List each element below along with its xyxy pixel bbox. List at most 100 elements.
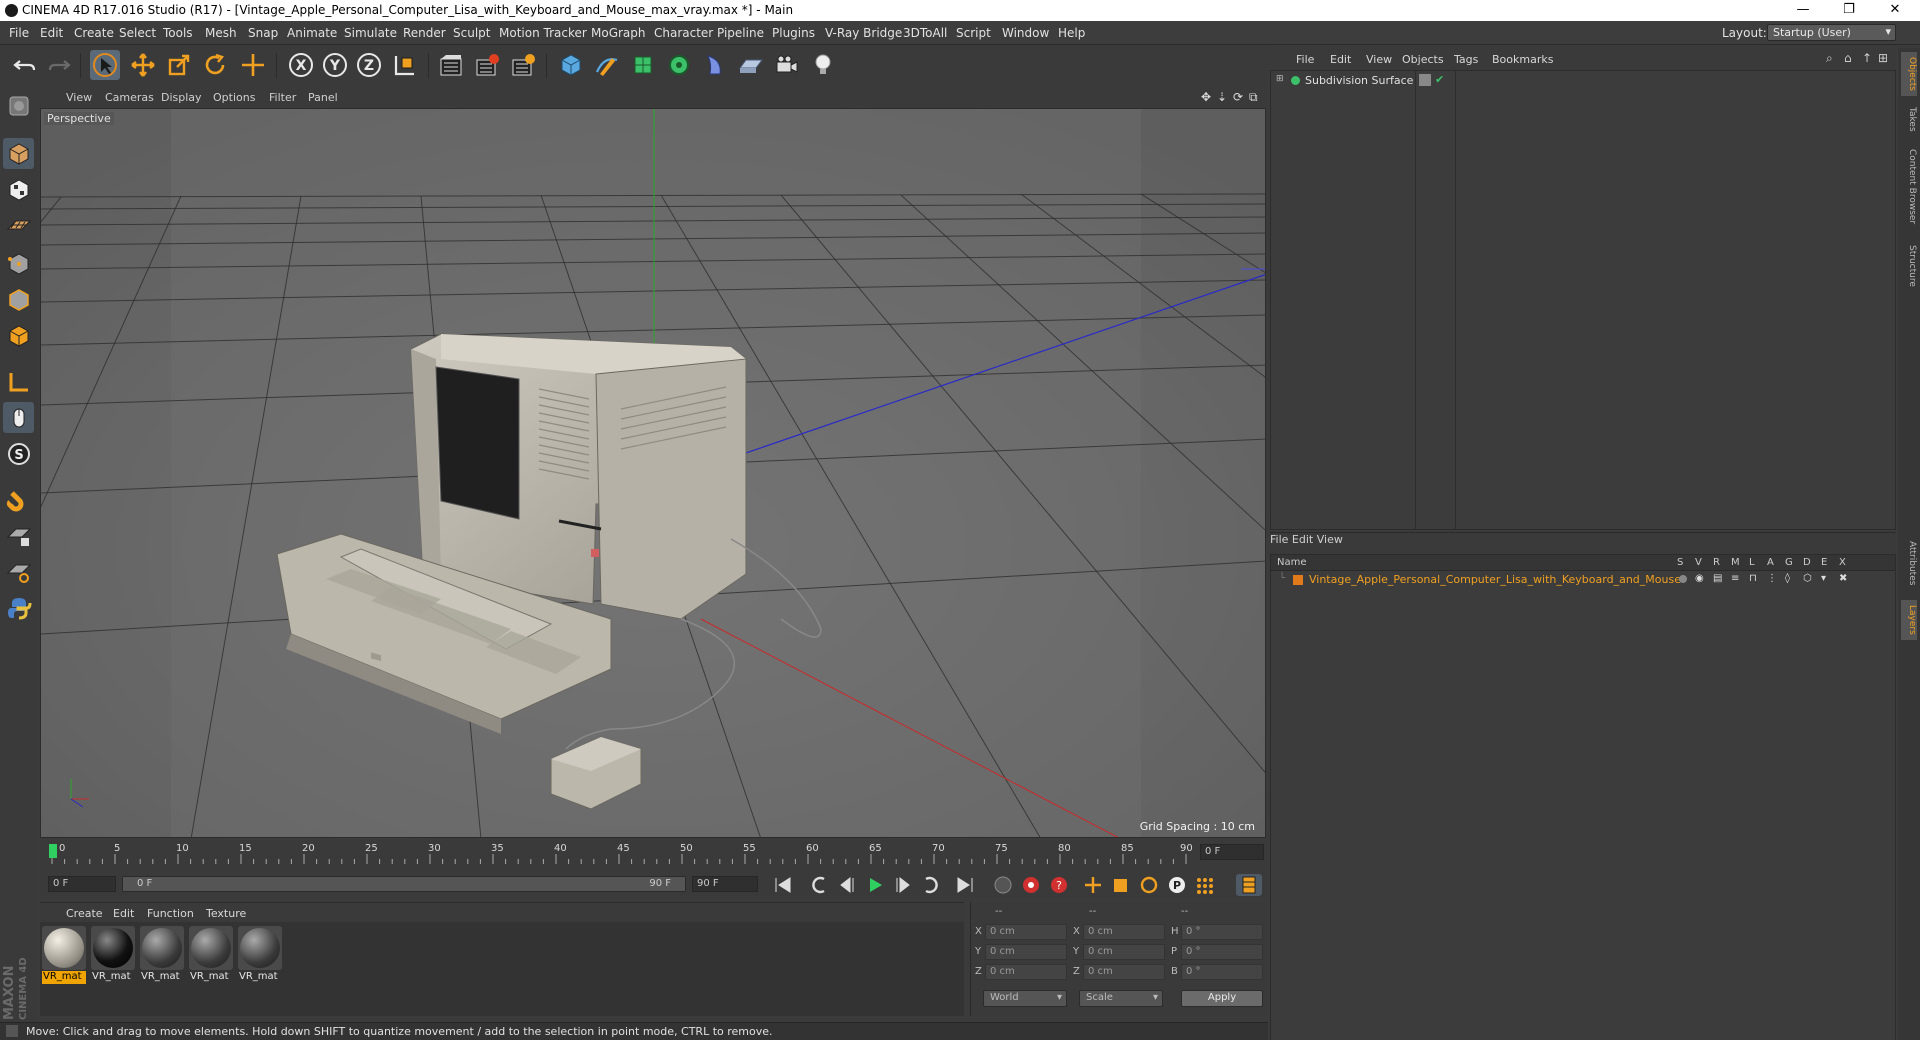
tweak-mode-icon[interactable]	[3, 402, 34, 433]
z-axis-icon[interactable]: Z	[354, 50, 384, 80]
generator-icon[interactable]: ◊	[1785, 573, 1790, 584]
viewport-menu-cameras[interactable]: Cameras	[105, 91, 154, 104]
object-menu-file[interactable]: File	[1296, 53, 1314, 66]
material-menu-create[interactable]: Create	[66, 907, 103, 920]
apply-button[interactable]: Apply	[1181, 990, 1263, 1007]
layer-row[interactable]: └ Vintage_Apple_Personal_Computer_Lisa_w…	[1271, 572, 1895, 588]
step-back-icon[interactable]	[834, 874, 860, 896]
size-x-field[interactable]: 0 cm	[1083, 924, 1165, 940]
playhead[interactable]	[49, 844, 57, 858]
menu-sculpt[interactable]: Sculpt	[453, 26, 490, 40]
key-scale-icon[interactable]	[1108, 874, 1134, 896]
enabled-check-icon[interactable]: ✔	[1435, 73, 1444, 86]
cube-icon[interactable]	[556, 50, 586, 80]
object-menu-bookmarks[interactable]: Bookmarks	[1492, 53, 1553, 66]
record-keys-icon[interactable]	[990, 874, 1016, 896]
minimize-button[interactable]: —	[1780, 0, 1826, 21]
make-editable-icon[interactable]	[3, 90, 34, 121]
material-swatch[interactable]: VR_mat	[189, 926, 233, 988]
viewport-menu-panel[interactable]: Panel	[308, 91, 338, 104]
key-parameter-icon[interactable]: P	[1164, 874, 1190, 896]
viewport-menu-view[interactable]: View	[66, 91, 92, 104]
layer-col-expressions[interactable]: E	[1821, 557, 1827, 568]
frame-range-slider[interactable]: 0 F 90 F	[122, 876, 686, 892]
layer-col-deformers[interactable]: D	[1803, 557, 1811, 568]
size-y-field[interactable]: 0 cm	[1083, 944, 1165, 960]
menu-3dtoall[interactable]: 3DToAll	[903, 26, 947, 40]
live-move-icon[interactable]	[238, 50, 268, 80]
python-icon[interactable]	[3, 592, 34, 623]
new-view-icon[interactable]: ⊞	[1878, 51, 1888, 65]
goto-end-icon[interactable]	[952, 874, 978, 896]
step-forward-icon[interactable]	[890, 874, 916, 896]
menu-create[interactable]: Create	[74, 26, 114, 40]
lock-icon[interactable]: ⊓	[1749, 573, 1757, 584]
position-x-field[interactable]: 0 cm	[985, 924, 1067, 940]
tab-attributes[interactable]: Attributes	[1901, 532, 1917, 594]
layer-name[interactable]: Vintage_Apple_Personal_Computer_Lisa_wit…	[1309, 573, 1681, 586]
magnet-icon[interactable]	[3, 484, 34, 515]
locked-workplane-icon[interactable]	[3, 520, 34, 551]
keyframe-selection-icon[interactable]: ?	[1046, 874, 1072, 896]
planar-workplane-icon[interactable]	[3, 556, 34, 587]
x-axis-icon[interactable]: X	[286, 50, 316, 80]
undo-icon[interactable]	[10, 50, 40, 80]
rotate-icon[interactable]	[200, 50, 230, 80]
y-axis-icon[interactable]: Y	[320, 50, 350, 80]
layer-menu-edit[interactable]: Edit	[1292, 533, 1313, 546]
timeline-ruler[interactable]: 0 5 10 15 20 25 30 35 40 45 50 55 60 65 …	[40, 840, 1266, 866]
texture-mode-icon[interactable]	[3, 174, 34, 205]
key-rotation-icon[interactable]	[1136, 874, 1162, 896]
rotation-h-field[interactable]: 0 °	[1181, 924, 1263, 940]
layer-color-swatch[interactable]	[1293, 575, 1303, 585]
start-frame-field[interactable]: 0 F	[48, 876, 116, 892]
expression-icon[interactable]: ▾	[1821, 573, 1826, 584]
navigate-up-icon[interactable]: ↑	[1862, 51, 1872, 65]
render-icon[interactable]: ▤	[1713, 573, 1722, 584]
light-icon[interactable]	[808, 50, 838, 80]
tab-content-browser[interactable]: Content Browser	[1901, 144, 1917, 230]
material-menu-edit[interactable]: Edit	[113, 907, 134, 920]
size-mode-select[interactable]: Scale ▾	[1079, 990, 1163, 1007]
viewport-dolly-icon[interactable]: ⇣	[1217, 90, 1227, 104]
floor-icon[interactable]	[736, 50, 766, 80]
menu-file[interactable]: File	[9, 26, 29, 40]
axis-mode-icon[interactable]	[3, 366, 34, 397]
goto-next-key-icon[interactable]	[918, 874, 944, 896]
model-mode-icon[interactable]	[3, 138, 34, 169]
menu-character[interactable]: Character	[654, 26, 713, 40]
key-position-icon[interactable]	[1080, 874, 1106, 896]
layer-menu-view[interactable]: View	[1317, 533, 1343, 546]
viewport-rotate-icon[interactable]: ⟳	[1233, 90, 1243, 104]
layer-col-visible[interactable]: V	[1695, 557, 1702, 568]
menu-simulate[interactable]: Simulate	[344, 26, 397, 40]
tab-objects[interactable]: Objects	[1901, 52, 1917, 96]
timeline-window-icon[interactable]	[1236, 874, 1262, 896]
pen-icon[interactable]	[592, 50, 622, 80]
key-pla-icon[interactable]	[1192, 874, 1218, 896]
camera-icon[interactable]	[772, 50, 802, 80]
current-frame-field[interactable]: 0 F	[1200, 844, 1264, 860]
end-frame-field[interactable]: 90 F	[692, 876, 758, 892]
select-arrow-icon[interactable]	[90, 50, 120, 80]
polygons-mode-icon[interactable]	[3, 320, 34, 351]
points-mode-icon[interactable]	[3, 248, 34, 279]
menu-motion-tracker[interactable]: Motion Tracker	[499, 26, 587, 40]
layer-col-locked[interactable]: L	[1749, 557, 1755, 568]
goto-previous-key-icon[interactable]	[806, 874, 832, 896]
layer-col-xref[interactable]: X	[1839, 557, 1846, 568]
viewport-pan-icon[interactable]: ✥	[1201, 90, 1211, 104]
perspective-viewport[interactable]: Perspective Grid Spacing : 10 cm	[40, 108, 1266, 838]
deformer-toggle-icon[interactable]: ⬡	[1803, 573, 1812, 584]
layer-swatch[interactable]	[1419, 74, 1431, 86]
size-z-field[interactable]: 0 cm	[1083, 964, 1165, 980]
material-swatch[interactable]: VR_mat	[238, 926, 282, 988]
rotation-p-field[interactable]: 0 °	[1181, 944, 1263, 960]
menu-edit[interactable]: Edit	[40, 26, 63, 40]
autokey-icon[interactable]	[1018, 874, 1044, 896]
viewport-camera-label[interactable]: Perspective	[44, 112, 114, 125]
eye-icon[interactable]: ◉	[1695, 573, 1704, 584]
play-icon[interactable]	[862, 874, 888, 896]
menu-pipeline[interactable]: Pipeline	[717, 26, 764, 40]
layout-select[interactable]: Startup (User) ▾	[1767, 24, 1896, 41]
